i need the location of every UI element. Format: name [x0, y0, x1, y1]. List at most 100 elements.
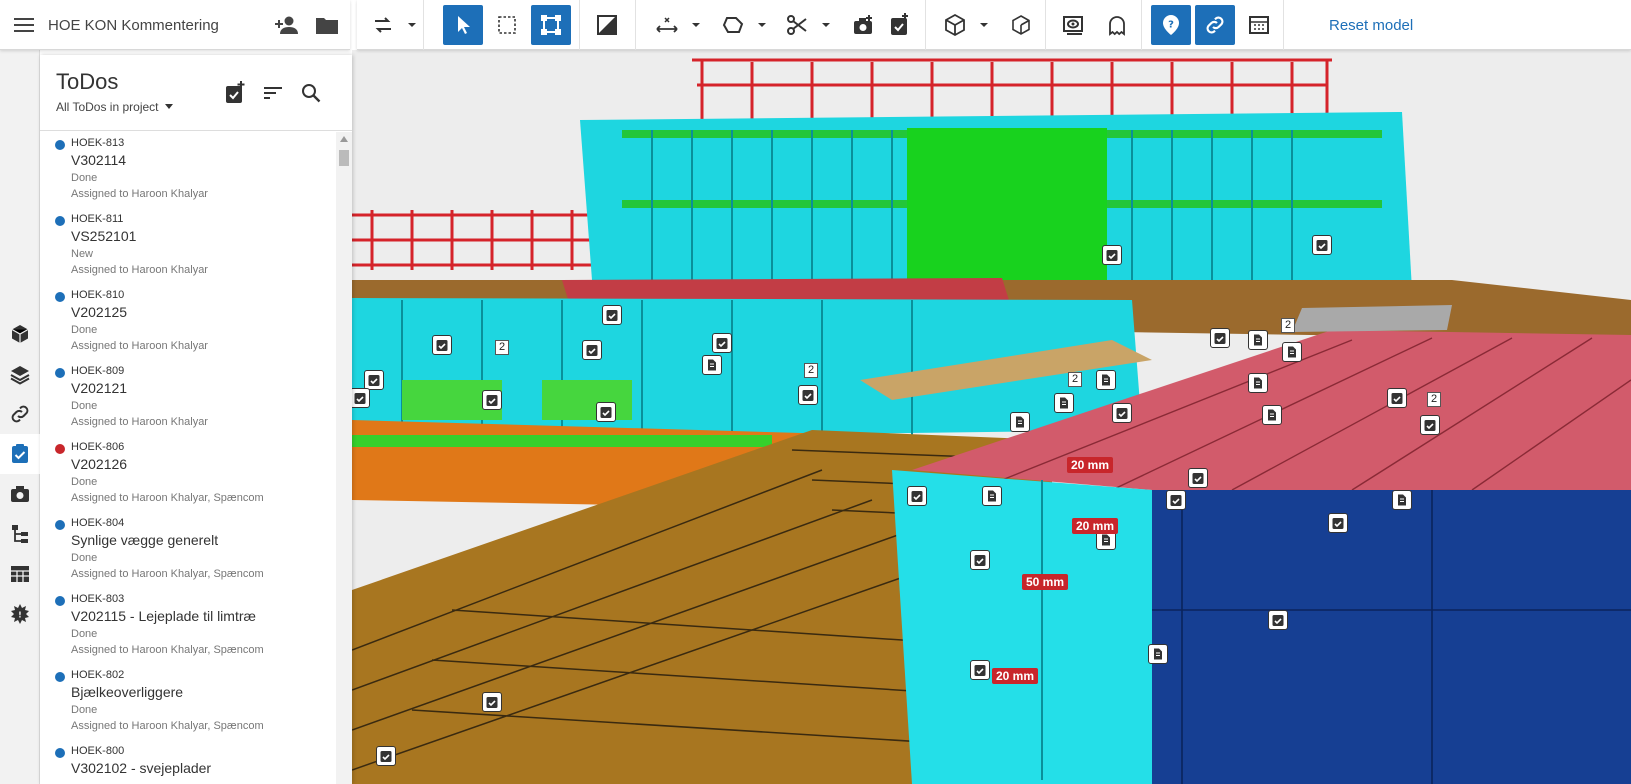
todo-marker[interactable] [582, 340, 602, 360]
todo-marker[interactable] [602, 305, 622, 325]
todo-list-item[interactable]: HOEK-803 V202115 - Lejeplade til limtræ Do… [40, 588, 336, 664]
document-marker[interactable] [1392, 490, 1412, 510]
help-button[interactable]: ? [1151, 5, 1191, 45]
rail-models[interactable] [0, 314, 40, 354]
scroll-up-arrow[interactable] [340, 136, 348, 142]
todo-list-item[interactable]: HOEK-810 V202125 Done Assigned to Haroon Kh… [40, 284, 336, 360]
snapshot-button[interactable] [843, 5, 883, 45]
todo-marker[interactable] [1112, 403, 1132, 423]
select-button[interactable] [443, 5, 483, 45]
rail-tree[interactable] [0, 514, 40, 554]
document-marker[interactable] [1248, 373, 1268, 393]
camera-icon [11, 486, 29, 502]
shading-button[interactable] [587, 5, 627, 45]
navigation-dropdown[interactable] [405, 5, 419, 45]
todo-marker[interactable] [482, 692, 502, 712]
todo-list-item[interactable]: HOEK-811 VS252101 New Assigned to Haroon Kh… [40, 208, 336, 284]
rail-clash[interactable]: ! [0, 594, 40, 634]
measure-dropdown[interactable] [689, 5, 703, 45]
todo-list-item[interactable]: HOEK-813 V302114 Done Assigned to Haroon Kh… [40, 132, 336, 208]
document-marker[interactable] [1282, 342, 1302, 362]
document-marker[interactable] [1096, 370, 1116, 390]
area-button[interactable] [713, 5, 753, 45]
document-marker[interactable] [702, 355, 722, 375]
area-dropdown[interactable] [755, 5, 769, 45]
todo-list-item[interactable]: HOEK-809 V202121 Done Assigned to Haroon Kh… [40, 360, 336, 436]
todo-marker[interactable] [798, 385, 818, 405]
todo-list-item[interactable]: HOEK-804 Synlige vægge generelt Done Assign… [40, 512, 336, 588]
todo-marker[interactable] [1268, 610, 1288, 630]
view-cube-button[interactable] [935, 5, 975, 45]
document-marker[interactable] [1054, 393, 1074, 413]
sort-icon[interactable] [260, 80, 286, 106]
todo-marker[interactable] [970, 660, 990, 680]
document-marker[interactable] [982, 486, 1002, 506]
scroll-thumb[interactable] [339, 150, 349, 166]
add-user-icon[interactable] [274, 13, 300, 37]
todo-marker[interactable] [1188, 468, 1208, 488]
todo-marker[interactable] [596, 402, 616, 422]
marker-count-badge: 2 [1281, 318, 1296, 333]
todo-name: V302114 [71, 152, 127, 168]
todo-marker[interactable] [1328, 513, 1348, 533]
todo-id: HOEK-804 [71, 517, 125, 529]
document-marker[interactable] [1262, 405, 1282, 425]
add-todo-icon[interactable] [222, 80, 248, 106]
menu-icon[interactable] [12, 14, 36, 36]
folder-icon[interactable] [314, 13, 340, 37]
todo-marker[interactable] [1102, 245, 1122, 265]
rail-layers[interactable] [0, 354, 40, 394]
measurement-label[interactable]: 20 mm [992, 668, 1039, 684]
todo-marker[interactable] [364, 370, 384, 390]
clipping-dropdown[interactable] [819, 5, 833, 45]
todo-marker[interactable] [1210, 328, 1230, 348]
todo-marker[interactable] [970, 550, 990, 570]
link-button[interactable] [1195, 5, 1235, 45]
model-viewer[interactable]: 2 2 2 2 2 20 mm 20 mm 50 mm 20 mm [352, 50, 1631, 784]
todo-marker[interactable] [907, 486, 927, 506]
todo-marker[interactable] [712, 333, 732, 353]
search-icon[interactable] [298, 80, 324, 106]
rail-snapshots[interactable] [0, 474, 40, 514]
measurement-label[interactable]: 20 mm [1072, 518, 1119, 534]
todo-marker[interactable] [352, 388, 370, 408]
status-dot [55, 596, 65, 606]
todo-list-item[interactable]: HOEK-806 V202126 Done Assigned to Haroon Kh… [40, 436, 336, 512]
ghost-button[interactable] [1097, 5, 1137, 45]
calculator-button[interactable] [1239, 5, 1279, 45]
todo-marker[interactable] [482, 390, 502, 410]
todo-list-item[interactable]: HOEK-802 Bjælkeoverliggere Done Assigned to… [40, 664, 336, 740]
box-select-button[interactable] [487, 5, 527, 45]
todo-marker[interactable] [1166, 490, 1186, 510]
measurement-label[interactable]: 50 mm [1022, 574, 1069, 590]
measurement-label[interactable]: 20 mm [1067, 457, 1114, 473]
navigation-mode-button[interactable] [363, 5, 403, 45]
rail-todos[interactable] [0, 434, 40, 474]
visibility-button[interactable] [1053, 5, 1093, 45]
rail-table[interactable] [0, 554, 40, 594]
document-marker[interactable] [1010, 412, 1030, 432]
svg-text:!: ! [18, 611, 22, 620]
measure-button[interactable] [647, 5, 687, 45]
todo-marker[interactable] [376, 746, 396, 766]
todo-marker[interactable] [1420, 415, 1440, 435]
view-cube-dropdown[interactable] [977, 5, 991, 45]
document-marker[interactable] [1148, 644, 1168, 664]
todo-marker[interactable] [432, 335, 452, 355]
todo-assignees: Assigned to Haroon Khalyar, Spæncom [71, 720, 264, 732]
ortho-view-button[interactable] [1001, 5, 1041, 45]
clipboard-check-icon [354, 393, 366, 404]
transform-button[interactable] [531, 5, 571, 45]
todo-name: V202126 [71, 456, 128, 472]
todo-filter-select[interactable]: All ToDos in project [56, 100, 174, 114]
todo-list-scrollbar[interactable] [336, 132, 352, 784]
document-marker[interactable] [1248, 330, 1268, 350]
todo-list-item[interactable]: HOEK-800 V302102 - svejeplader [40, 740, 336, 784]
reset-model-button[interactable]: Reset model [1329, 17, 1413, 34]
divider [579, 0, 580, 50]
todo-marker[interactable] [1312, 235, 1332, 255]
clipping-button[interactable] [777, 5, 817, 45]
add-todo-button[interactable] [879, 5, 919, 45]
todo-marker[interactable] [1387, 388, 1407, 408]
rail-links[interactable] [0, 394, 40, 434]
